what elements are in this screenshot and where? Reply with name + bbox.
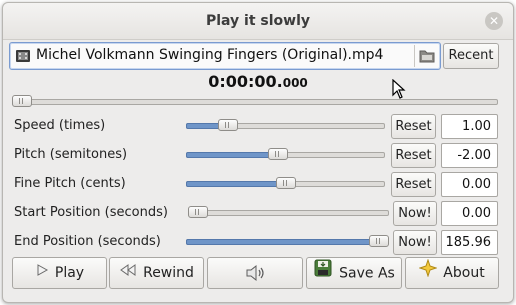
- pitch-slider[interactable]: [186, 148, 385, 161]
- fine-pitch-label: Fine Pitch (cents): [14, 176, 126, 191]
- star-icon: [418, 258, 438, 288]
- time-main: 0:00:00.: [208, 72, 283, 91]
- fine-pitch-reset-button[interactable]: Reset: [391, 172, 436, 197]
- save-icon: [313, 258, 333, 289]
- mouse-cursor: [392, 78, 406, 103]
- pitch-handle[interactable]: [268, 148, 288, 160]
- pitch-reset-button[interactable]: Reset: [391, 143, 436, 168]
- fine-pitch-handle[interactable]: [276, 177, 296, 189]
- rewind-button[interactable]: Rewind: [109, 257, 204, 289]
- fine-pitch-value[interactable]: 0.00: [441, 172, 498, 197]
- folder-icon: [419, 50, 435, 63]
- pitch-label: Pitch (semitones): [14, 147, 128, 162]
- end-position-handle[interactable]: [369, 235, 389, 247]
- speaker-icon: [244, 264, 266, 282]
- speed-handle[interactable]: [218, 119, 238, 131]
- rewind-icon: [119, 258, 137, 288]
- pitch-value[interactable]: -2.00: [441, 143, 498, 168]
- position-track: [12, 99, 498, 105]
- end-position-slider[interactable]: [186, 235, 389, 248]
- speed-value[interactable]: 1.00: [441, 114, 498, 139]
- start-position-value[interactable]: 0.00: [441, 201, 498, 226]
- volume-button[interactable]: [207, 257, 303, 289]
- speed-reset-button[interactable]: Reset: [391, 114, 436, 139]
- save-as-button[interactable]: Save As: [306, 257, 402, 289]
- window-title: Play it slowly: [205, 13, 311, 29]
- time-milliseconds: 000: [282, 76, 308, 90]
- play-label: Play: [54, 265, 85, 281]
- end-position-label: End Position (seconds): [14, 234, 161, 249]
- speed-slider[interactable]: [186, 119, 385, 132]
- end-position-value[interactable]: 185.96: [441, 230, 498, 255]
- close-button[interactable]: ✕: [485, 12, 503, 30]
- position-handle[interactable]: [12, 95, 32, 107]
- file-name: Michel Volkmann Swinging Fingers (Origin…: [36, 47, 384, 63]
- title-bar: Play it slowly ✕: [3, 3, 513, 40]
- time-display: 0:00:00.000: [0, 72, 516, 91]
- browse-folder-button[interactable]: [414, 45, 439, 67]
- start-now-button[interactable]: Now!: [393, 201, 437, 226]
- close-icon: ✕: [488, 14, 500, 28]
- speed-label: Speed (times): [14, 118, 106, 133]
- start-position-handle[interactable]: [188, 206, 208, 218]
- about-button[interactable]: About: [405, 257, 499, 289]
- position-slider[interactable]: [12, 95, 498, 107]
- file-chooser[interactable]: Michel Volkmann Swinging Fingers (Origin…: [9, 42, 441, 70]
- start-position-slider[interactable]: [188, 206, 389, 219]
- end-position-fill: [186, 239, 381, 245]
- film-icon: [14, 47, 32, 69]
- fine-pitch-fill: [186, 181, 288, 187]
- play-icon: [35, 258, 49, 288]
- start-position-track: [188, 210, 389, 216]
- end-now-button[interactable]: Now!: [393, 230, 437, 255]
- rewind-label: Rewind: [143, 265, 194, 281]
- recent-button[interactable]: Recent: [443, 43, 499, 69]
- about-label: About: [443, 265, 485, 281]
- play-button[interactable]: Play: [12, 257, 107, 289]
- save-as-label: Save As: [339, 265, 395, 282]
- fine-pitch-slider[interactable]: [186, 177, 385, 190]
- pitch-fill: [186, 152, 280, 158]
- start-position-label: Start Position (seconds): [14, 205, 168, 220]
